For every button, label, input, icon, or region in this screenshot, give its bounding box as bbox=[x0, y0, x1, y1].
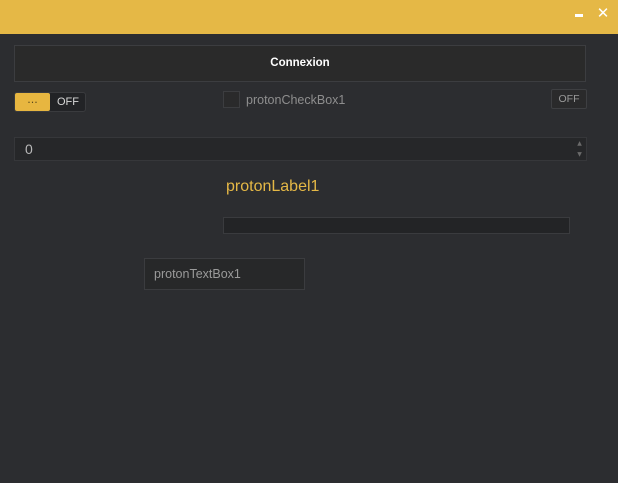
checkbox-box[interactable] bbox=[223, 91, 240, 108]
small-toggle-button[interactable]: OFF bbox=[551, 89, 587, 109]
proton-label: protonLabel1 bbox=[226, 178, 320, 195]
spin-up-icon[interactable]: ▲ bbox=[573, 138, 586, 149]
minimize-icon[interactable] bbox=[569, 3, 589, 23]
connexion-button[interactable]: Connexion bbox=[14, 45, 586, 82]
toggle-state-label: OFF bbox=[57, 96, 79, 108]
numeric-updown[interactable]: ▲ ▼ bbox=[14, 137, 587, 161]
title-bar[interactable]: ✕ bbox=[0, 0, 618, 34]
proton-textbox[interactable] bbox=[144, 258, 305, 290]
close-icon[interactable]: ✕ bbox=[593, 3, 613, 23]
spin-down-icon[interactable]: ▼ bbox=[573, 149, 586, 160]
toggle-switch[interactable]: ... OFF bbox=[14, 92, 86, 112]
toggle-knob[interactable]: ... bbox=[15, 93, 50, 111]
progress-bar bbox=[223, 217, 570, 234]
minimize-bar bbox=[575, 14, 583, 17]
numeric-input[interactable] bbox=[15, 138, 570, 160]
app-window: ✕ Connexion ... OFF protonCheckBox1 OFF … bbox=[0, 0, 618, 483]
checkbox-label: protonCheckBox1 bbox=[246, 93, 346, 107]
